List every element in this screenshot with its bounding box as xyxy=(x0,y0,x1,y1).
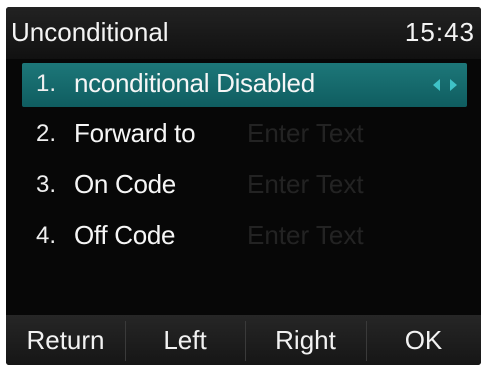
menu-item-number: 1. xyxy=(36,70,57,97)
menu-item-label: nconditional Disabled xyxy=(74,68,315,98)
menu-item-label: On Code xyxy=(74,169,176,199)
page-title: Unconditional xyxy=(11,17,169,47)
softkey-divider xyxy=(125,321,126,361)
forward-to-field[interactable]: Enter Text xyxy=(247,118,364,148)
right-softkey[interactable]: Right xyxy=(245,315,366,365)
on-code-field[interactable]: Enter Text xyxy=(247,169,364,199)
menu-item-label: Off Code xyxy=(74,220,176,250)
softkey-divider xyxy=(366,321,367,361)
softkey-bar: Return Left Right OK xyxy=(6,315,481,365)
menu-item-off-code[interactable]: 4. Off Code Enter Text xyxy=(22,215,467,259)
left-right-arrows-icon[interactable] xyxy=(431,77,459,93)
left-softkey[interactable]: Left xyxy=(125,315,245,365)
menu-item-forward-to[interactable]: 2. Forward to Enter Text xyxy=(22,113,467,157)
off-code-field[interactable]: Enter Text xyxy=(247,220,364,250)
phone-screen: Unconditional 15:43 1. nconditional Disa… xyxy=(6,7,481,365)
menu-item-number: 4. xyxy=(36,222,57,249)
menu-item-number: 2. xyxy=(36,120,57,147)
return-softkey[interactable]: Return xyxy=(6,315,125,365)
ok-softkey[interactable]: OK xyxy=(366,315,481,365)
menu-item-unconditional[interactable]: 1. nconditional Disabled xyxy=(22,63,467,107)
clock: 15:43 xyxy=(404,17,475,47)
title-bar: Unconditional 15:43 xyxy=(6,7,481,59)
phone-bezel: Unconditional 15:43 1. nconditional Disa… xyxy=(0,0,485,371)
menu-item-number: 3. xyxy=(36,171,57,198)
menu-item-on-code[interactable]: 3. On Code Enter Text xyxy=(22,164,467,208)
softkey-divider xyxy=(245,321,246,361)
menu-item-label: Forward to xyxy=(74,118,196,148)
